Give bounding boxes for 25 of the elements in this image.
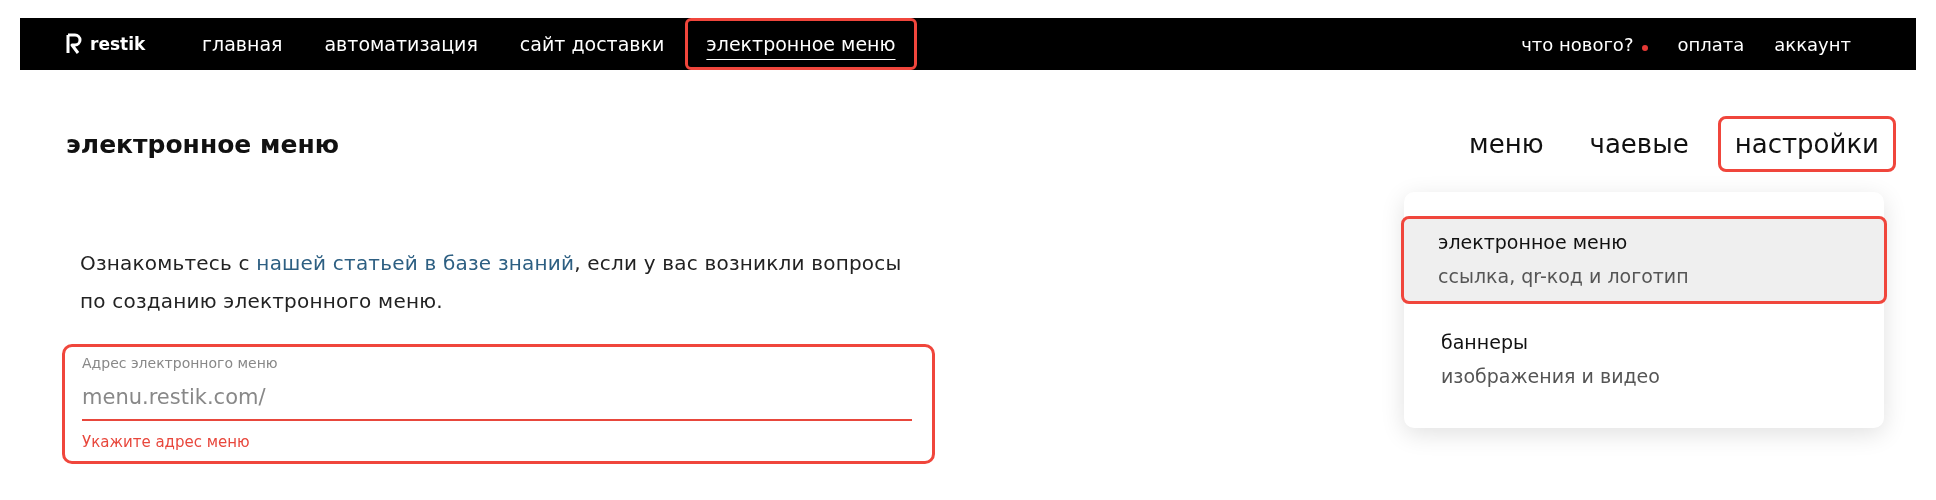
nav-link[interactable]: электронное меню bbox=[685, 18, 917, 70]
menu-item[interactable]: баннеры изображения и видео bbox=[1404, 316, 1884, 404]
intro-text: Ознакомьтесь с нашей статьей в базе знаний, если у вас возникли вопросы по созданию электронного меню. bbox=[80, 250, 903, 315]
error-text: Укажите адрес меню bbox=[82, 433, 251, 451]
logo-text[interactable]: restik bbox=[90, 34, 146, 54]
nav-link[interactable]: автоматизация bbox=[303, 26, 499, 62]
tab[interactable]: настройки bbox=[1717, 116, 1896, 172]
nav-link[interactable]: главная bbox=[181, 26, 304, 62]
tab[interactable]: меню bbox=[1452, 116, 1561, 172]
tab[interactable]: чаевые bbox=[1572, 116, 1706, 172]
menu-item[interactable]: электронное меню ссылка, qr-код и логотип bbox=[1401, 216, 1887, 304]
nav-link[interactable]: что нового? bbox=[1506, 26, 1649, 62]
address-field[interactable]: Адрес электронного меню menu.restik.com/ Укажите адрес меню bbox=[62, 344, 935, 464]
field-label: Адрес электронного меню bbox=[82, 355, 279, 371]
menu-item-subtitle: изображения и видео bbox=[1441, 365, 1661, 387]
nav-link[interactable]: аккаунт bbox=[1759, 26, 1866, 62]
menu-item-title: баннеры bbox=[1441, 331, 1529, 353]
knowledge-base-link[interactable]: нашей статьей в базе знаний bbox=[256, 251, 575, 275]
menu-item-subtitle: ссылка, qr-код и логотип bbox=[1438, 265, 1690, 287]
nav-link[interactable]: оплата bbox=[1662, 26, 1760, 62]
nav-link[interactable]: сайт доставки bbox=[498, 26, 686, 62]
logo-icon bbox=[66, 33, 82, 55]
menu-item-title: электронное меню bbox=[1438, 231, 1629, 253]
address-input[interactable]: menu.restik.com/ bbox=[82, 371, 912, 421]
page-title: электронное меню bbox=[66, 129, 339, 159]
